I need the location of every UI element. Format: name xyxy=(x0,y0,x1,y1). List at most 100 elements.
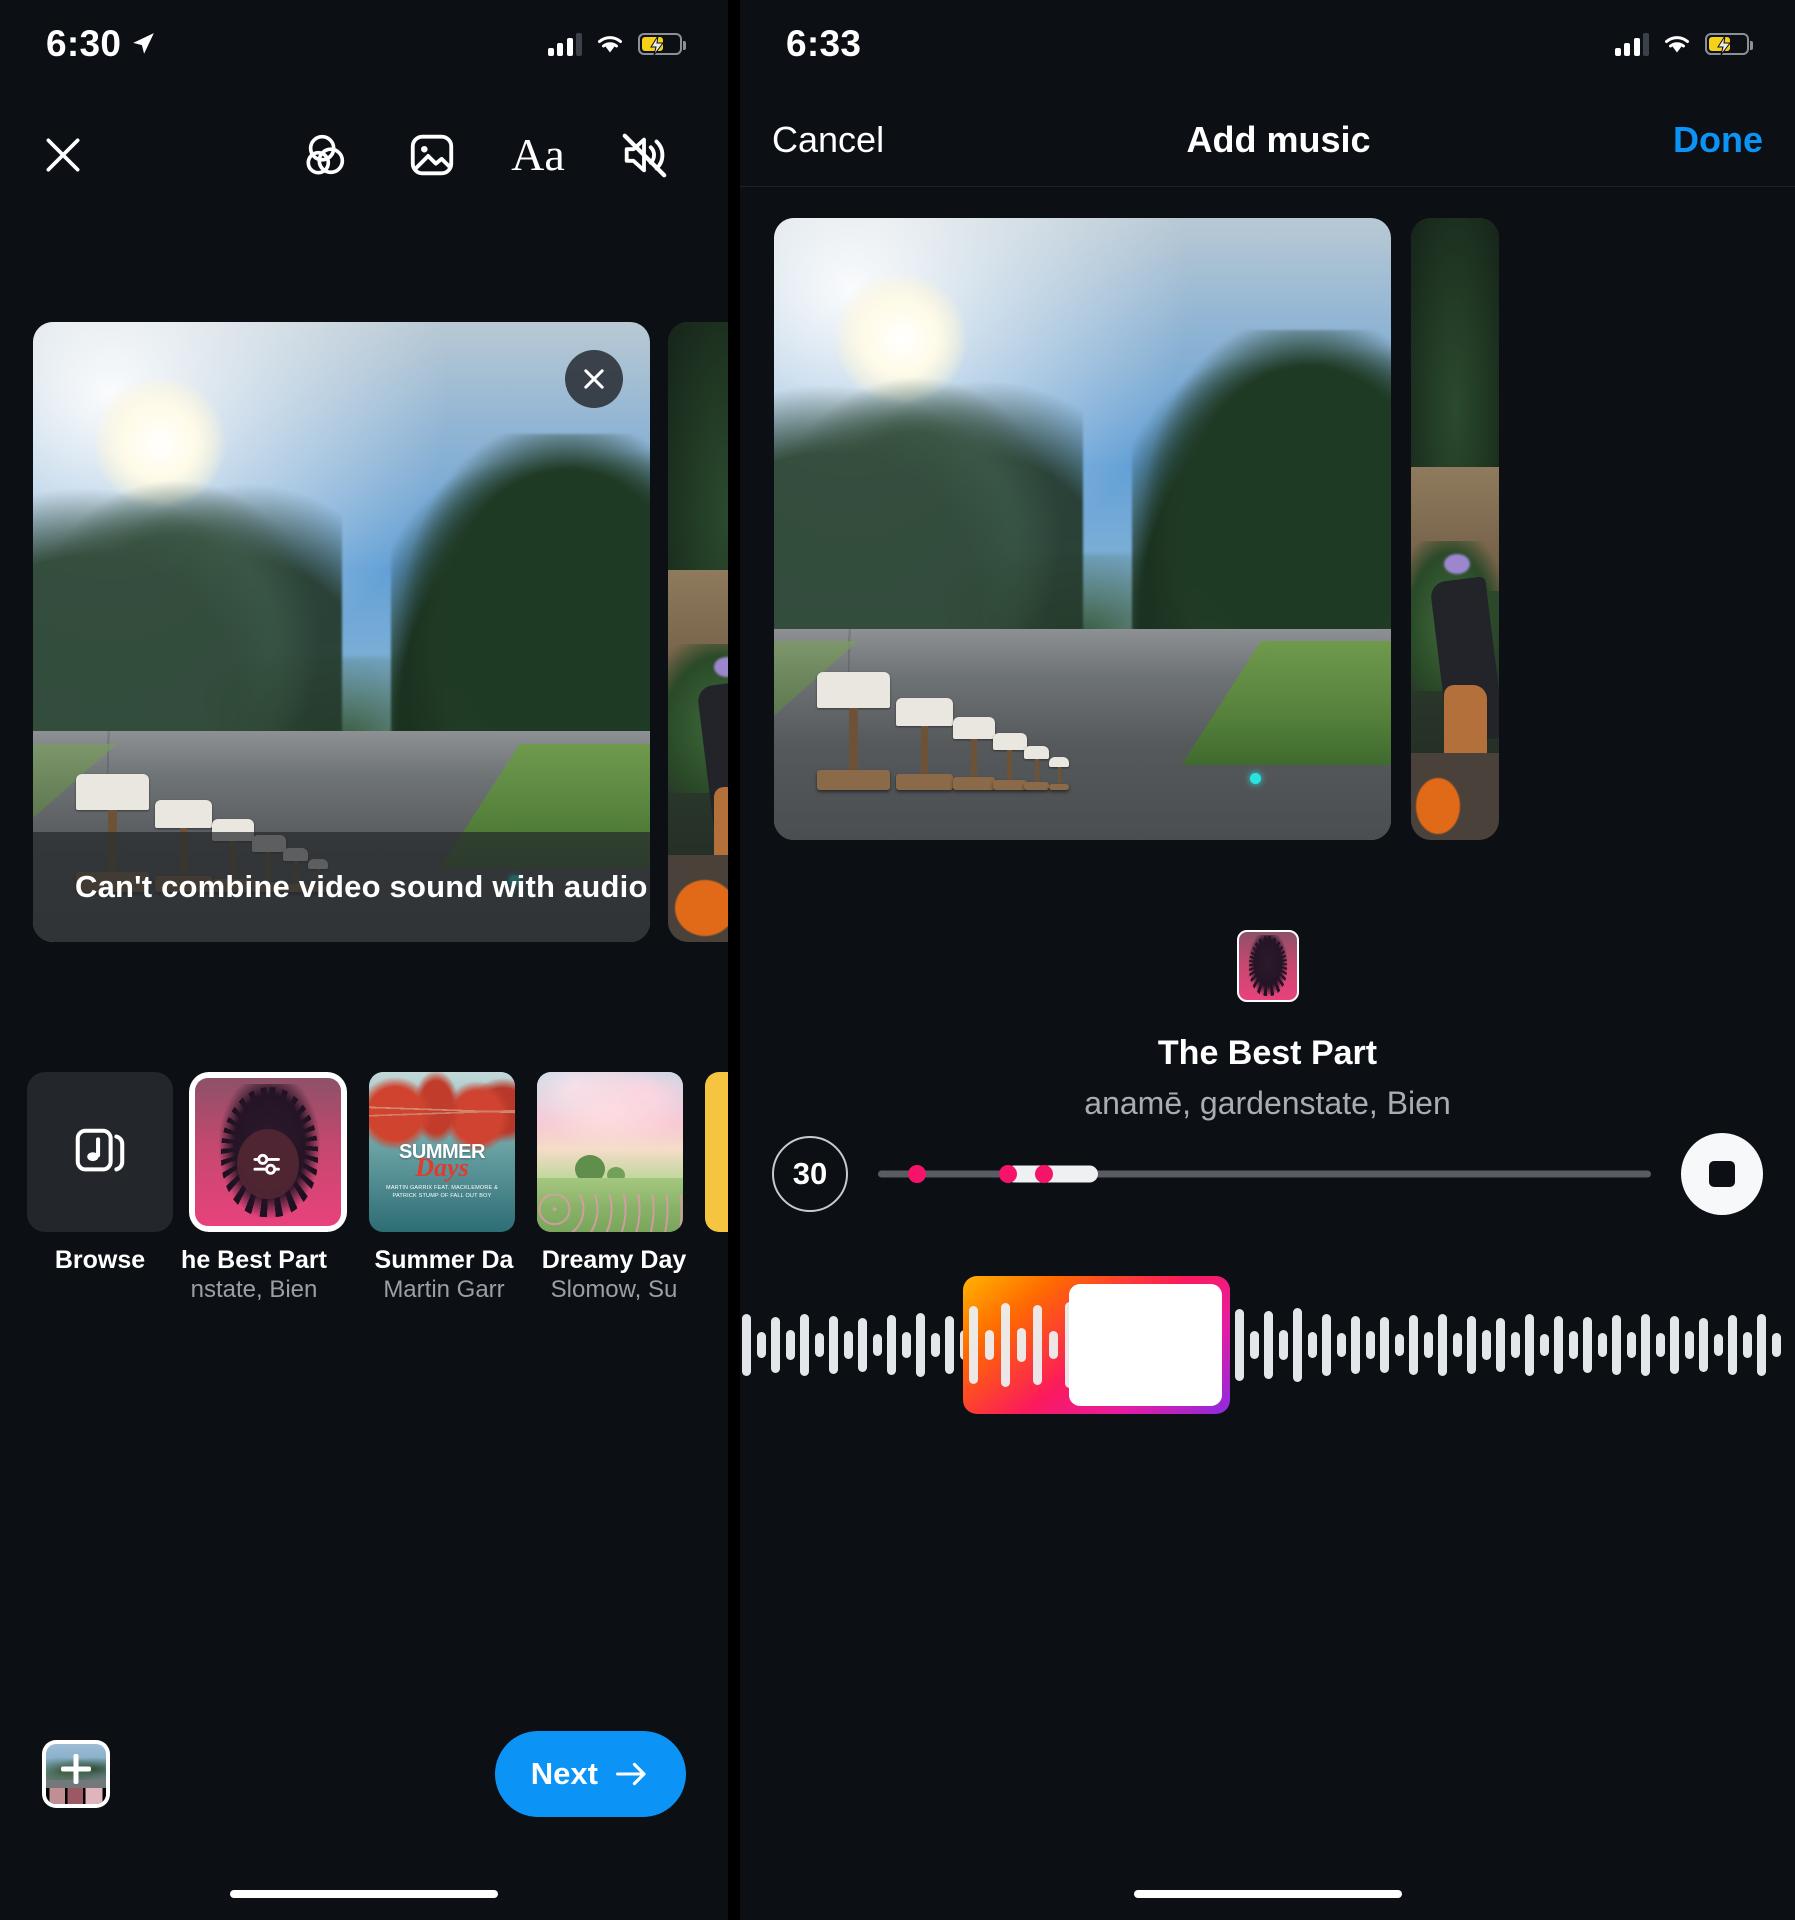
song-artists: anamē, gardenstate, Bien xyxy=(1084,1085,1451,1121)
selected-media-preview[interactable]: Can't combine video sound with audio tra… xyxy=(33,322,650,942)
carousel-item-title: he Best Part xyxy=(181,1246,327,1274)
waveform-bar xyxy=(1322,1314,1331,1376)
battery-charging-icon xyxy=(1705,33,1753,55)
waveform-bar xyxy=(1612,1315,1621,1375)
effects-button[interactable] xyxy=(298,127,354,183)
waveform-bar xyxy=(785,1330,795,1360)
waveform-bar xyxy=(1380,1317,1389,1373)
waveform-bar xyxy=(1655,1333,1665,1357)
carousel-item-the-best-part[interactable]: he Best Part nstate, Bien xyxy=(181,1072,347,1302)
album-art-dreamy-days xyxy=(537,1072,683,1232)
clip-position-scrubber[interactable] xyxy=(878,1136,1651,1212)
waveform-bar xyxy=(930,1333,940,1357)
waveform-bar xyxy=(1423,1332,1433,1358)
location-arrow-icon xyxy=(133,33,155,54)
add-media-button[interactable] xyxy=(42,1740,110,1808)
right-screen-add-music: 6:33 Cancel Add music Done The Best Part… xyxy=(740,0,1795,1920)
waveform-bar xyxy=(1728,1315,1737,1375)
waveform-bar xyxy=(1496,1318,1505,1372)
waveform-bar xyxy=(1394,1334,1404,1356)
waveform-bar xyxy=(1583,1317,1592,1373)
carousel-item-browse[interactable]: Browse xyxy=(27,1072,173,1302)
status-indicators-right xyxy=(1614,32,1753,56)
scrubber-handle-right[interactable] xyxy=(1035,1165,1054,1183)
waveform-bar xyxy=(858,1318,867,1372)
done-button[interactable]: Done xyxy=(1673,119,1763,161)
waveform-bar xyxy=(1438,1314,1447,1376)
carousel-item-artist: Martin Garr xyxy=(383,1275,505,1303)
sticker-image-icon xyxy=(410,134,454,176)
music-track-carousel[interactable]: Browse he Best Part nstate, Bien SUMMER … xyxy=(0,1072,728,1302)
waveform-bar xyxy=(916,1313,925,1377)
waveform-bar xyxy=(800,1314,809,1376)
waveform-section xyxy=(740,1270,1795,1420)
story-editor-toolbar: Aa xyxy=(0,112,728,198)
waveform-bar xyxy=(1568,1331,1578,1359)
next-media-preview[interactable] xyxy=(1411,218,1499,840)
carousel-item-title: Browse xyxy=(54,1246,146,1274)
clip-duration-button[interactable]: 30 xyxy=(772,1136,848,1212)
remove-media-button[interactable] xyxy=(565,350,623,408)
waveform-bar xyxy=(901,1332,911,1358)
status-time-text: 6:30 xyxy=(46,23,122,64)
media-thumbnail-porch-scene xyxy=(1411,218,1499,840)
audio-waveform[interactable] xyxy=(740,1270,1795,1420)
mix-sliders-button[interactable] xyxy=(237,1128,299,1199)
waveform-bar xyxy=(1525,1314,1534,1376)
carousel-item-dreamy-days[interactable]: Dreamy Day Slomow, Su xyxy=(537,1072,686,1302)
close-editor-button[interactable] xyxy=(34,126,92,184)
dual-screenshot-container: 6:30 Aa Can't combine video sound with a… xyxy=(0,0,1795,1920)
stop-button[interactable] xyxy=(1681,1133,1763,1215)
album-art-subtitle-text: Days xyxy=(415,1153,469,1183)
waveform-bar xyxy=(756,1332,766,1358)
waveform-bar xyxy=(814,1333,824,1357)
media-preview-row-left: Can't combine video sound with audio tra… xyxy=(0,322,728,942)
status-indicators-left xyxy=(547,32,686,56)
wifi-icon xyxy=(598,36,622,53)
selected-media-preview[interactable] xyxy=(774,218,1391,840)
mute-icon xyxy=(622,133,667,178)
browse-tile xyxy=(27,1072,173,1232)
audio-warning-text: Can't combine video sound with audio tra… xyxy=(75,869,650,904)
album-art-the-best-part xyxy=(195,1078,341,1226)
music-library-icon xyxy=(75,1128,125,1172)
next-media-preview[interactable] xyxy=(668,322,728,942)
status-bar-right: 6:33 xyxy=(740,0,1795,88)
add-image-button[interactable] xyxy=(404,127,460,183)
carousel-item-title: Dreamy Day xyxy=(541,1246,687,1274)
page-title: Add music xyxy=(1186,119,1371,160)
waveform-bar xyxy=(1336,1333,1346,1357)
wifi-icon xyxy=(1665,36,1689,53)
cancel-button[interactable]: Cancel xyxy=(772,119,884,161)
arrow-right-icon xyxy=(616,1762,646,1786)
next-button[interactable]: Next xyxy=(494,1731,686,1817)
screen-divider xyxy=(728,0,740,1920)
clip-controls-row: 30 xyxy=(740,1126,1795,1222)
effects-icon xyxy=(306,134,345,175)
mute-button[interactable] xyxy=(616,127,672,183)
status-bar-left: 6:30 xyxy=(0,0,728,88)
carousel-item-sticker-track[interactable] xyxy=(705,1072,728,1302)
clip-duration-value: 30 xyxy=(792,1156,828,1191)
cellular-bars-icon xyxy=(1614,32,1649,56)
carousel-item-title: Summer Da xyxy=(374,1246,514,1274)
waveform-bar xyxy=(1264,1311,1273,1379)
waveform-bar xyxy=(1001,1303,1010,1387)
scrubber-marker-start xyxy=(907,1165,926,1183)
status-time-left: 6:30 xyxy=(46,23,156,65)
add-media-icon xyxy=(46,1744,106,1804)
carousel-item-summer-days[interactable]: SUMMER Days MARTIN GARRIX FEAT. MACKLEMO… xyxy=(369,1072,515,1302)
waveform-bar xyxy=(1597,1333,1607,1357)
stop-icon xyxy=(1709,1161,1735,1187)
waveform-bar xyxy=(1249,1331,1259,1359)
waveform-bar xyxy=(1713,1334,1723,1356)
cellular-bars-icon xyxy=(547,32,582,56)
waveform-selection[interactable] xyxy=(963,1276,1230,1414)
waveform-bar xyxy=(1670,1316,1679,1374)
add-text-button[interactable]: Aa xyxy=(510,127,566,183)
scrubber-handle-left[interactable] xyxy=(998,1165,1017,1183)
carousel-item-artist: nstate, Bien xyxy=(190,1275,318,1303)
album-art-the-best-part xyxy=(1236,930,1299,1002)
waveform-bar xyxy=(1278,1330,1288,1360)
waveform-bar xyxy=(969,1306,978,1384)
